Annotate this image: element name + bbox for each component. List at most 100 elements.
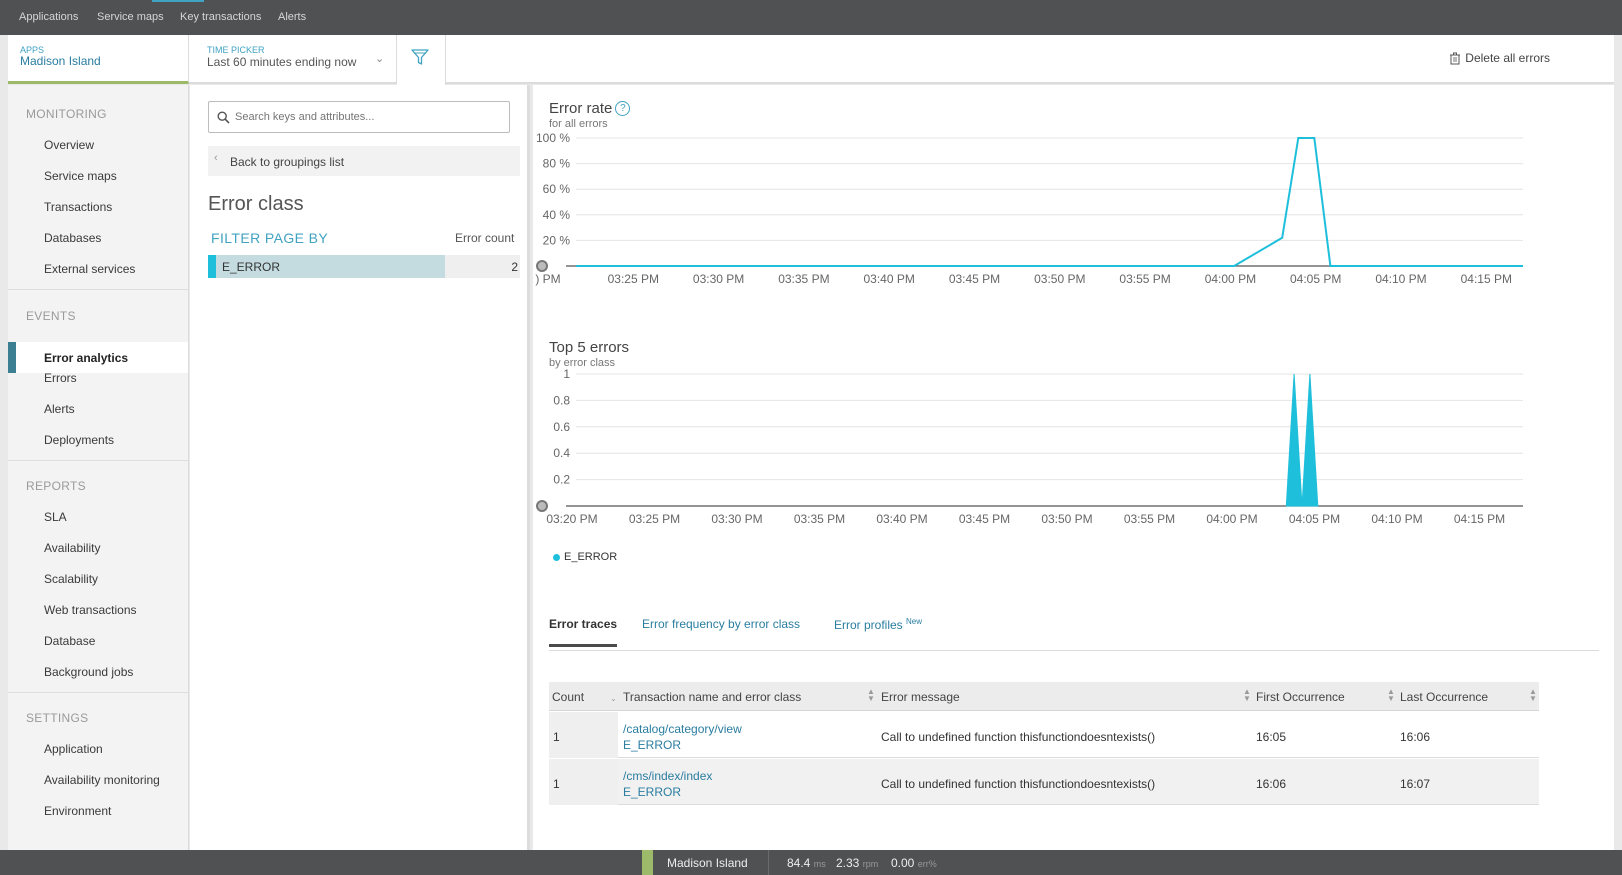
sidebar-item-database[interactable]: Database [44,634,95,648]
sidebar-item-external-services[interactable]: External services [44,262,135,276]
sidebar-item-deployments[interactable]: Deployments [44,433,114,447]
column-header-error-message[interactable]: Error message [881,690,960,704]
series-area[interactable] [1285,373,1319,507]
series-line[interactable] [576,137,1523,267]
x-tick-label: 03:50 PM [1041,512,1092,526]
search-input[interactable] [235,108,505,126]
search-box[interactable] [208,101,510,133]
sidebar-item-service-maps[interactable]: Service maps [44,169,117,183]
error-rate-chart-title: Error rate [549,100,613,117]
sidebar-item-application[interactable]: Application [44,742,103,756]
y-tick-label: 40 % [543,208,571,222]
tab-error-frequency[interactable]: Error frequency by error class [642,617,800,631]
y-tick-label: 1 [563,367,570,381]
brush-handle[interactable] [536,500,548,512]
row-first-occurrence: 16:06 [1256,777,1287,791]
status-error-rate-unit: err% [917,859,937,869]
row-transaction-link[interactable]: /cms/index/index [623,769,712,783]
sidebar-item-availability[interactable]: Availability [44,541,100,555]
y-tick-label: 60 % [543,182,571,196]
status-throughput: 2.33 rpm [836,856,878,870]
sidebar-item-alerts[interactable]: Alerts [44,402,75,416]
tab-error-profiles[interactable]: Error profiles New [834,617,922,632]
back-to-groupings-button[interactable]: ‹ Back to groupings list [208,146,520,176]
x-tick-label: 04:00 PM [1206,512,1257,526]
error-rate-chart: 100 % 80 % 60 % 40 % 20 %) PM 03:25 PM 03:30 P… [535,131,1523,286]
sidebar-item-overview[interactable]: Overview [44,138,94,152]
row-error-class-link[interactable]: E_ERROR [623,785,681,799]
sidebar-section-reports: REPORTS [26,479,86,493]
y-tick-label: 100 % [536,131,570,145]
row-transaction-link[interactable]: /catalog/category/view [623,722,742,736]
trash-icon [1450,52,1461,64]
table-row[interactable]: 1 /cms/index/index E_ERROR Call to undef… [549,759,1539,805]
filter-row-e-error[interactable]: E_ERROR 2 [208,255,520,278]
sort-icon[interactable]: ▲ ▼ [1529,688,1537,703]
brush-handle[interactable] [536,260,548,272]
filter-toggle-button[interactable] [397,35,446,86]
row-count: 1 [553,730,560,744]
status-app-name[interactable]: Madison Island [667,856,748,870]
app-picker-value: Madison Island [20,54,101,68]
sidebar-item-databases[interactable]: Databases [44,231,101,245]
sidebar-item-errors[interactable]: Errors [44,371,77,385]
y-tick-label: 0.2 [553,473,570,487]
sort-icon[interactable]: ▲ ▼ [1387,688,1395,703]
legend-swatch [553,553,560,561]
y-tick-label: 0.8 [553,393,570,407]
x-tick-label: 03:30 PM [711,512,762,526]
chart-legend[interactable]: E_ERROR [553,551,617,563]
column-header-count[interactable]: Count [552,690,584,704]
top-nav-key-transactions[interactable]: Key transactions [180,11,261,23]
sidebar-item-availability-monitoring[interactable]: Availability monitoring [44,773,160,787]
x-tick-label: 03:35 PM [794,512,845,526]
status-response-time: 84.4 ms [787,856,826,870]
sidebar: MONITORING Overview Service maps Transac… [8,85,189,850]
filter-icon [411,49,429,65]
top5-errors-chart: 1 0.8 0.6 0.4 0.2 03:20 PM 03:25 PM 03:30 PM 03:… [536,367,1523,526]
table-row[interactable]: 1 /catalog/category/view E_ERROR Call to… [549,712,1539,758]
top5-chart-title: Top 5 errors [549,339,630,356]
y-tick-label: 0.4 [553,446,570,460]
sort-icon[interactable]: ▲ ▼ [1243,688,1251,703]
main-content: Error rate? for all errors 100 % 80 % 60 %… [533,85,1614,850]
sidebar-item-error-analytics[interactable]: Error analytics [8,342,188,373]
app-health-indicator [642,850,653,875]
sidebar-item-background-jobs[interactable]: Background jobs [44,665,133,679]
column-header-transaction[interactable]: Transaction name and error class [623,690,801,704]
sort-icon[interactable]: ▲ ▼ [867,688,875,703]
top-nav-active-indicator [152,0,204,2]
delete-all-errors-button[interactable]: Delete all errors [1449,51,1550,65]
row-error-class-link[interactable]: E_ERROR [623,738,681,752]
top-nav-service-maps[interactable]: Service maps [97,11,164,23]
sidebar-item-web-transactions[interactable]: Web transactions [44,603,137,617]
x-tick-label: 04:15 PM [1454,512,1505,526]
search-icon [217,111,230,124]
x-tick-label: 03:25 PM [629,512,680,526]
x-tick-label: ) PM [535,272,560,286]
error-count-header: Error count [455,231,515,245]
status-throughput-value: 2.33 [836,856,860,870]
sidebar-item-scalability[interactable]: Scalability [44,572,98,586]
column-header-last-occurrence[interactable]: Last Occurrence [1400,690,1488,704]
sidebar-item-transactions[interactable]: Transactions [44,200,112,214]
sidebar-divider [8,460,188,461]
help-icon[interactable]: ? [615,101,631,116]
top-nav-alerts[interactable]: Alerts [278,11,306,23]
error-rate-chart-title-row: Error rate? [549,100,631,117]
sidebar-item-environment[interactable]: Environment [44,804,111,818]
sort-desc-icon[interactable]: ⌄ [610,695,617,703]
new-badge: New [906,617,923,626]
sidebar-item-sla[interactable]: SLA [44,510,67,524]
filter-panel: ‹ Back to groupings list Error class FIL… [190,85,530,850]
filter-row-count: 2 [511,260,518,274]
tab-error-traces[interactable]: Error traces [549,617,618,647]
app-picker[interactable]: APPS Madison Island [8,35,189,84]
time-picker[interactable]: TIME PICKER Last 60 minutes ending now ⌄ [189,35,397,84]
status-error-rate: 0.00 err% [891,856,937,870]
y-tick-label: 20 % [543,233,571,247]
top-nav-applications[interactable]: Applications [19,11,78,23]
column-header-first-occurrence[interactable]: First Occurrence [1256,690,1345,704]
x-tick-label: 03:50 PM [1034,272,1085,286]
x-tick-label: 03:20 PM [546,512,597,526]
